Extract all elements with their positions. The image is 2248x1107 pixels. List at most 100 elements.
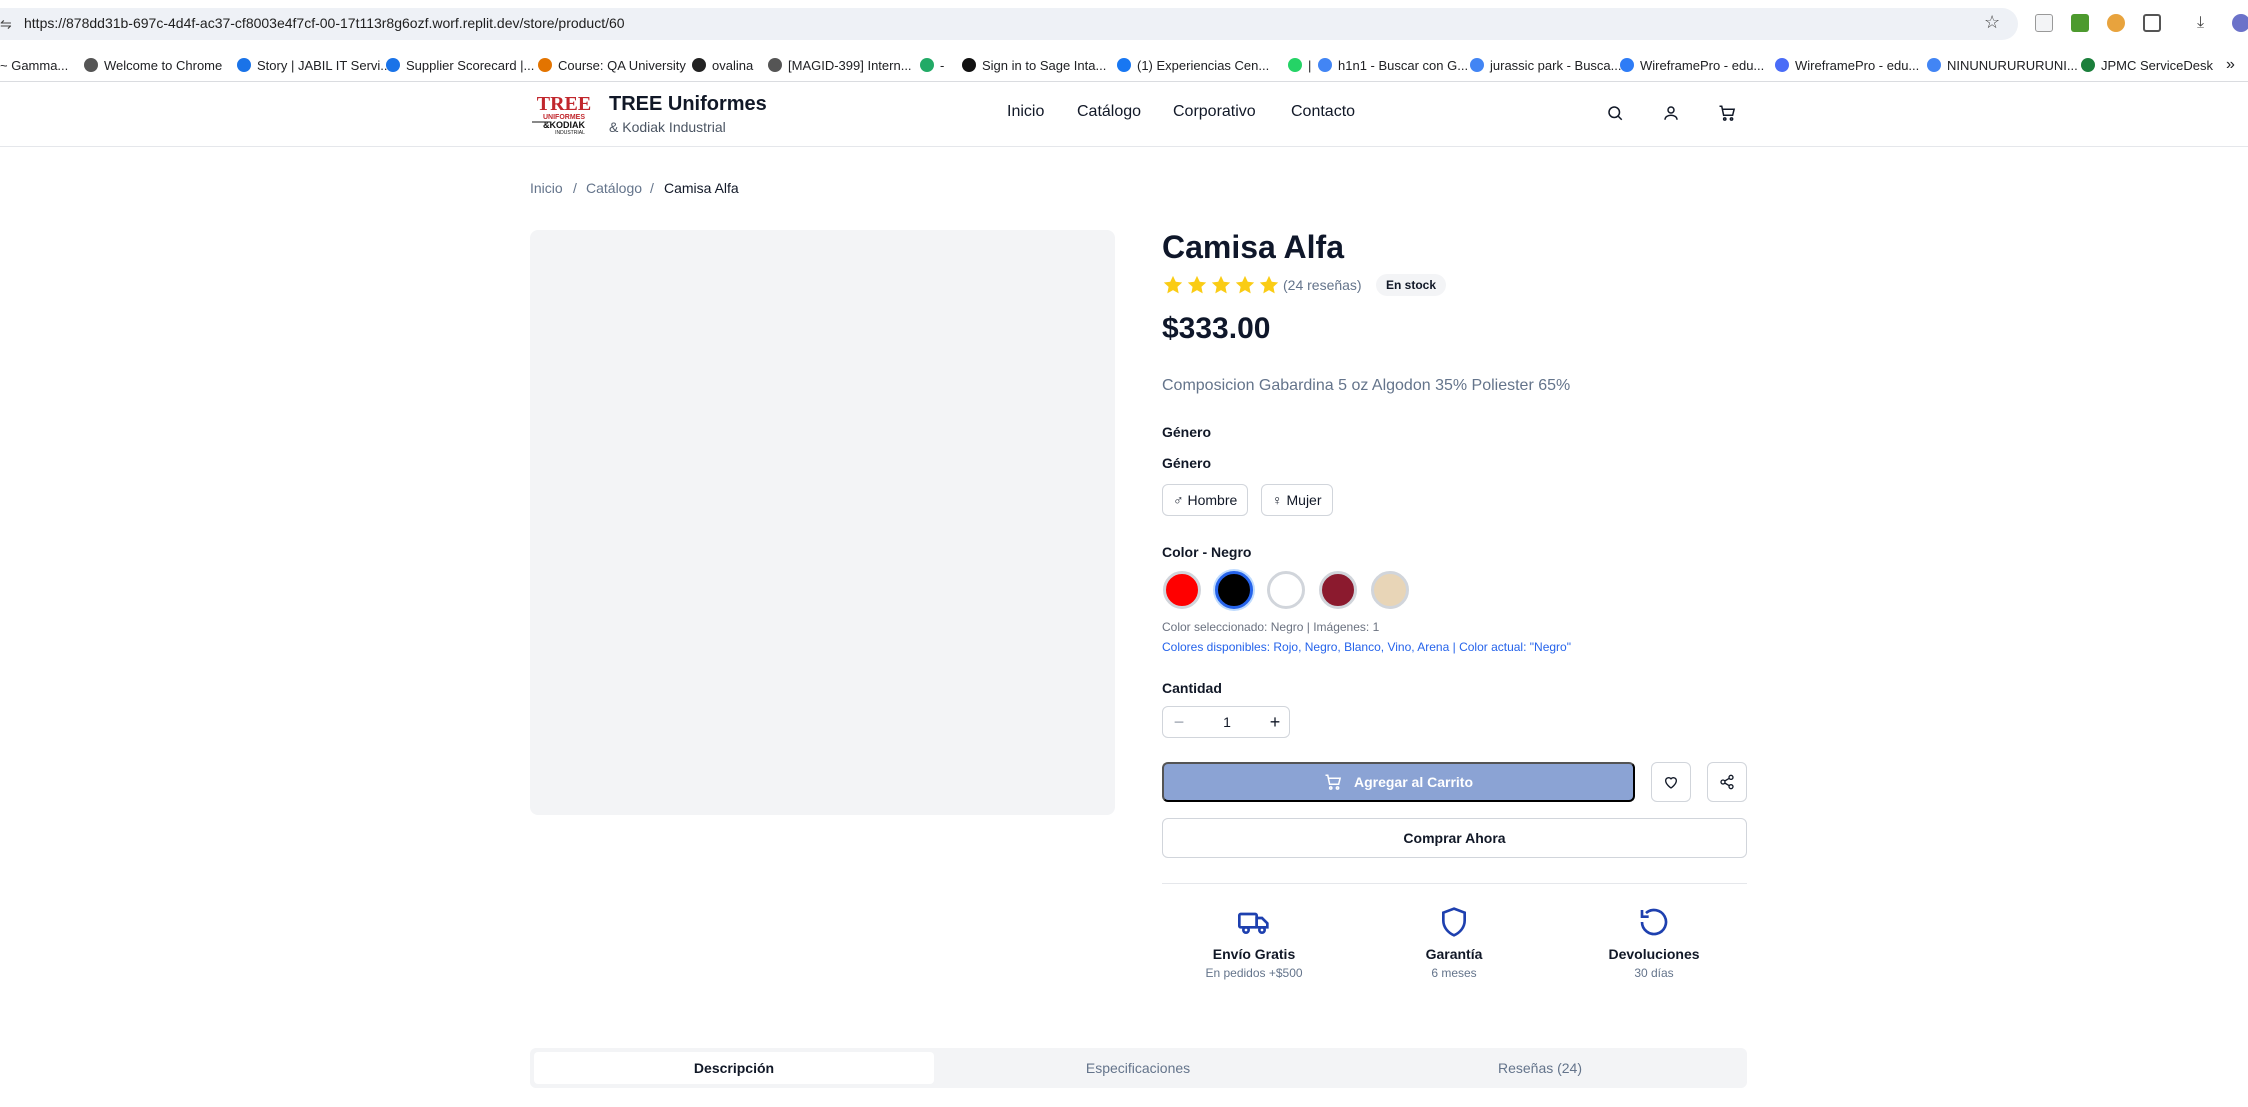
extensions-puzzle-icon[interactable] <box>2143 14 2161 32</box>
brand-title[interactable]: TREE Uniformes <box>609 93 767 116</box>
tab-descripcion[interactable]: Descripción <box>534 1052 934 1084</box>
reviews-count[interactable]: (24 reseñas) <box>1283 277 1362 293</box>
bookmark-favicon-icon <box>1117 58 1131 72</box>
product-price: $333.00 <box>1162 312 1271 345</box>
bookmark-favicon-icon <box>768 58 782 72</box>
bookmark-item[interactable]: (1) Experiencias Cen... <box>1117 54 1269 76</box>
share-icon <box>1720 774 1734 790</box>
bookmark-favicon-icon <box>237 58 251 72</box>
bookmark-favicon-icon <box>1927 58 1941 72</box>
color-swatch-negro[interactable] <box>1215 571 1253 609</box>
bookmark-item[interactable]: NINUNURURURUNI... <box>1927 54 2078 76</box>
tab-especificaciones[interactable]: Especificaciones <box>938 1052 1338 1084</box>
star-icon <box>1235 275 1255 294</box>
bookmark-item[interactable]: [MAGID-399] Intern... <box>768 54 912 76</box>
breadcrumb-inicio[interactable]: Inicio <box>530 180 563 196</box>
bookmark-item[interactable]: h1n1 - Buscar con G... <box>1318 54 1468 76</box>
wishlist-button[interactable] <box>1651 762 1691 802</box>
color-swatch-arena[interactable] <box>1371 571 1409 609</box>
color-swatch-vino[interactable] <box>1319 571 1357 609</box>
product-description: Composicion Gabardina 5 oz Algodon 35% P… <box>1162 377 1571 394</box>
brand-logo[interactable]: TREE UNIFORMES &KODIAK INDUSTRIAL <box>530 92 598 136</box>
bookmark-item[interactable]: WireframePro - edu... <box>1620 54 1764 76</box>
divider <box>1162 883 1747 884</box>
bookmark-label: WireframePro - edu... <box>1640 57 1765 73</box>
star-icon <box>1211 275 1231 294</box>
bookmark-item[interactable]: jurassic park - Busca... <box>1470 54 1622 76</box>
download-icon[interactable]: ⤓ <box>2197 14 2204 32</box>
bookmark-item[interactable]: ~ Gamma... <box>0 54 68 76</box>
bookmark-item[interactable]: Welcome to Chrome <box>84 54 222 76</box>
gender-label: Género <box>1162 455 1212 471</box>
colors-available-note: Colores disponibles: Rojo, Negro, Blanco… <box>1162 640 1571 654</box>
female-icon: ♀ <box>1272 492 1283 508</box>
bookmark-item[interactable]: ovalina <box>692 54 753 76</box>
nav-corporativo[interactable]: Corporativo <box>1173 103 1256 121</box>
bookmark-item[interactable]: WireframePro - edu... <box>1775 54 1919 76</box>
nav-catalogo[interactable]: Catálogo <box>1077 103 1141 121</box>
brand-subtitle: & Kodiak Industrial <box>609 119 726 135</box>
feature-title: Devoluciones <box>1608 946 1700 962</box>
nav-inicio[interactable]: Inicio <box>1007 103 1044 121</box>
gender-heading: Género <box>1162 424 1212 440</box>
bookmark-label: Welcome to Chrome <box>104 57 223 73</box>
bookmark-item[interactable]: Story | JABIL IT Servi... <box>237 54 391 76</box>
breadcrumb-separator: / <box>650 180 654 196</box>
bookmark-item[interactable]: - <box>920 54 944 76</box>
product-image[interactable] <box>530 230 1115 815</box>
decrease-quantity-button[interactable]: − <box>1163 707 1195 737</box>
bookmark-label: Course: QA University <box>558 57 686 73</box>
user-icon[interactable] <box>1662 104 1680 122</box>
tab-resenas[interactable]: Reseñas (24) <box>1340 1052 1740 1084</box>
buy-now-button[interactable]: Comprar Ahora <box>1162 818 1747 858</box>
add-to-cart-button[interactable]: Agregar al Carrito <box>1162 762 1635 802</box>
gender-hombre-button[interactable]: ♂ Hombre <box>1162 484 1249 516</box>
add-to-cart-label: Agregar al Carrito <box>1353 774 1474 790</box>
breadcrumb-separator: / <box>573 180 577 196</box>
extension-chrome-icon[interactable] <box>2107 14 2125 32</box>
star-icon <box>1259 275 1279 294</box>
quantity-stepper: − 1 + <box>1162 706 1290 738</box>
extension-doc-icon[interactable] <box>2035 14 2053 32</box>
bookmark-label: [MAGID-399] Intern... <box>788 57 912 73</box>
bookmark-label: | <box>1308 57 1312 73</box>
bookmark-label: (1) Experiencias Cen... <box>1137 57 1270 73</box>
bookmark-item[interactable]: Sign in to Sage Inta... <box>962 54 1106 76</box>
nav-contacto[interactable]: Contacto <box>1291 103 1355 121</box>
product-tabs: Descripción Especificaciones Reseñas (24… <box>530 1048 1747 1088</box>
truck-icon <box>1238 912 1269 934</box>
search-icon[interactable] <box>1606 104 1624 122</box>
bookmark-favicon-icon <box>920 58 934 72</box>
bookmarks-overflow-button[interactable]: » <box>2226 54 2235 76</box>
cart-icon[interactable] <box>1718 104 1736 122</box>
bookmark-item[interactable]: | <box>1288 54 1311 76</box>
gender-mujer-button[interactable]: ♀ Mujer <box>1261 484 1333 516</box>
shield-icon <box>1442 907 1466 937</box>
color-selected-note: Color seleccionado: Negro | Imágenes: 1 <box>1162 620 1380 634</box>
feature-subtitle: En pedidos +$500 <box>1205 966 1303 980</box>
url-text[interactable]: https://878dd31b-697c-4d4f-ac37-cf8003e4… <box>24 15 625 31</box>
bookmark-favicon-icon <box>692 58 706 72</box>
bookmark-favicon-icon <box>962 58 976 72</box>
color-swatch-rojo[interactable] <box>1163 571 1201 609</box>
site-info-icon[interactable]: ⇋ <box>0 16 12 33</box>
bookmark-star-icon[interactable]: ☆ <box>1984 12 2000 33</box>
profile-avatar[interactable] <box>2232 14 2248 32</box>
color-label: Color - Negro <box>1162 544 1252 560</box>
increase-quantity-button[interactable]: + <box>1259 707 1291 737</box>
bookmark-item[interactable]: Course: QA University <box>538 54 686 76</box>
gender-option-label: Hombre <box>1187 492 1238 508</box>
feature-title: Envío Gratis <box>1212 946 1296 962</box>
feature-free-shipping: Envío Gratis En pedidos +$500 <box>1154 906 1354 980</box>
quantity-value[interactable]: 1 <box>1195 707 1259 737</box>
bookmark-item[interactable]: JPMC ServiceDesk <box>2081 54 2213 76</box>
heart-icon <box>1664 777 1678 789</box>
star-icon <box>1187 275 1207 294</box>
bookmark-item[interactable]: Supplier Scorecard |... <box>386 54 534 76</box>
feature-returns: Devoluciones 30 días <box>1554 906 1754 980</box>
share-button[interactable] <box>1707 762 1747 802</box>
color-swatch-blanco[interactable] <box>1267 571 1305 609</box>
extension-green-icon[interactable] <box>2071 14 2089 32</box>
refresh-icon <box>1640 908 1668 936</box>
breadcrumb-catalogo[interactable]: Catálogo <box>586 180 642 196</box>
